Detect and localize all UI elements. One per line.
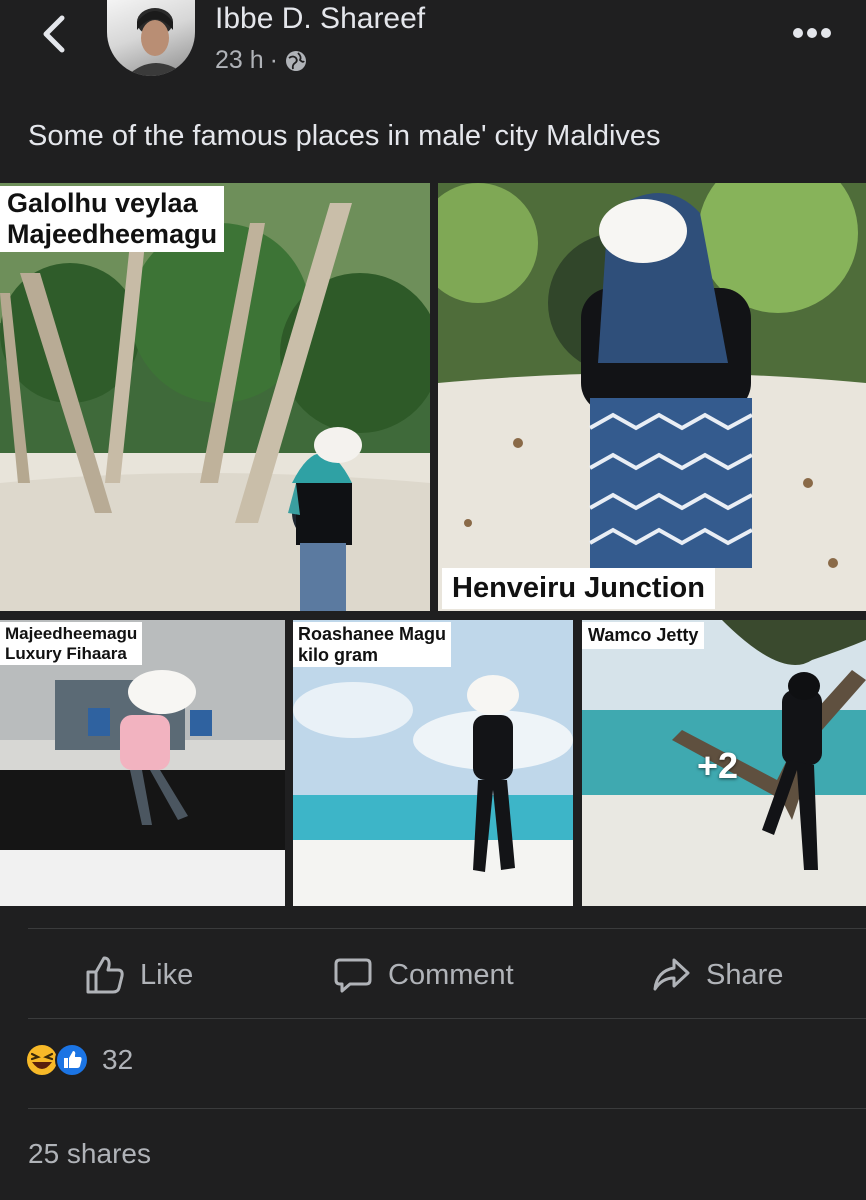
more-options-icon[interactable] — [792, 26, 832, 40]
back-arrow-icon[interactable] — [36, 12, 70, 56]
comment-icon — [334, 958, 372, 993]
post-header: Ibbe D. Shareef 23 h · — [0, 0, 866, 90]
post-time[interactable]: 23 h — [215, 46, 264, 75]
share-label: Share — [706, 958, 784, 991]
divider — [28, 928, 866, 929]
divider — [28, 1018, 866, 1019]
comment-label: Comment — [388, 958, 514, 991]
photo-roashanee[interactable]: Roashanee Magu kilo gram — [293, 620, 573, 906]
photo-label: Galolhu veylaa Majeedheemagu — [0, 186, 225, 253]
globe-icon — [286, 50, 306, 71]
comment-button[interactable]: Comment — [332, 948, 514, 1002]
shares-count[interactable]: 25 shares — [28, 1138, 151, 1170]
photo-label: Roashanee Magu kilo gram — [293, 622, 452, 668]
photo-henveiru[interactable]: Henveiru Junction — [438, 183, 866, 611]
post-caption: Some of the famous places in male' city … — [28, 120, 661, 152]
meta-separator: · — [269, 46, 278, 74]
photo-label: Wamco Jetty — [582, 622, 705, 649]
photo-galolhu[interactable]: Galolhu veylaa Majeedheemagu — [0, 183, 430, 611]
thumbs-up-icon — [86, 956, 124, 994]
photo-wamco[interactable]: Wamco Jetty +2 — [582, 620, 866, 906]
like-label: Like — [140, 958, 194, 991]
divider — [28, 1108, 866, 1109]
like-icon — [55, 1043, 89, 1077]
reactions-summary[interactable]: 32 — [24, 1042, 133, 1078]
avatar[interactable] — [107, 0, 195, 76]
share-icon — [653, 958, 690, 991]
post-meta: 23 h · — [215, 46, 308, 75]
reaction-count: 32 — [102, 1044, 134, 1075]
photo-majeedheemagu[interactable]: Majeedheemagu Luxury Fihaara — [0, 620, 285, 906]
more-photos-count[interactable]: +2 — [697, 745, 738, 787]
like-button[interactable]: Like — [84, 948, 193, 1002]
author-name[interactable]: Ibbe D. Shareef — [215, 2, 425, 36]
photo-label: Majeedheemagu Luxury Fihaara — [0, 622, 143, 666]
share-button[interactable]: Share — [650, 948, 783, 1002]
photo-image — [438, 183, 866, 611]
photo-label: Henveiru Junction — [442, 568, 715, 610]
